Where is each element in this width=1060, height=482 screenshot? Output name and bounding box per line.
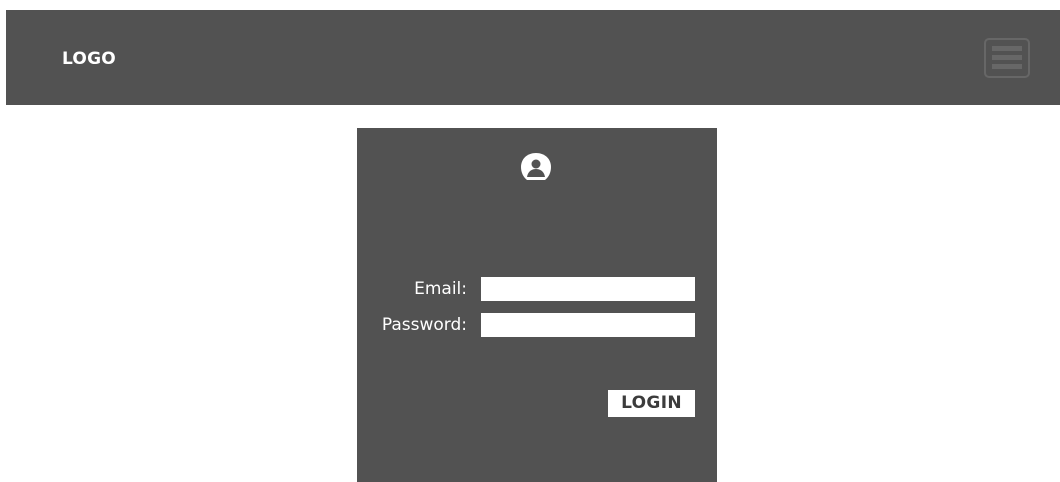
login-button[interactable]: LOGIN xyxy=(608,390,695,417)
top-header-bar: LOGO xyxy=(6,10,1060,105)
email-label: Email: xyxy=(414,279,467,299)
email-field[interactable] xyxy=(481,277,695,301)
login-panel: Email: Password: LOGIN xyxy=(357,128,717,482)
password-row: Password: xyxy=(357,313,717,337)
logo[interactable]: LOGO xyxy=(62,49,116,69)
email-row: Email: xyxy=(357,277,717,301)
hamburger-menu-icon xyxy=(984,38,1030,78)
user-avatar-icon xyxy=(519,152,553,182)
password-field[interactable] xyxy=(481,313,695,337)
password-label: Password: xyxy=(381,315,467,335)
menu-button[interactable] xyxy=(984,38,1030,78)
